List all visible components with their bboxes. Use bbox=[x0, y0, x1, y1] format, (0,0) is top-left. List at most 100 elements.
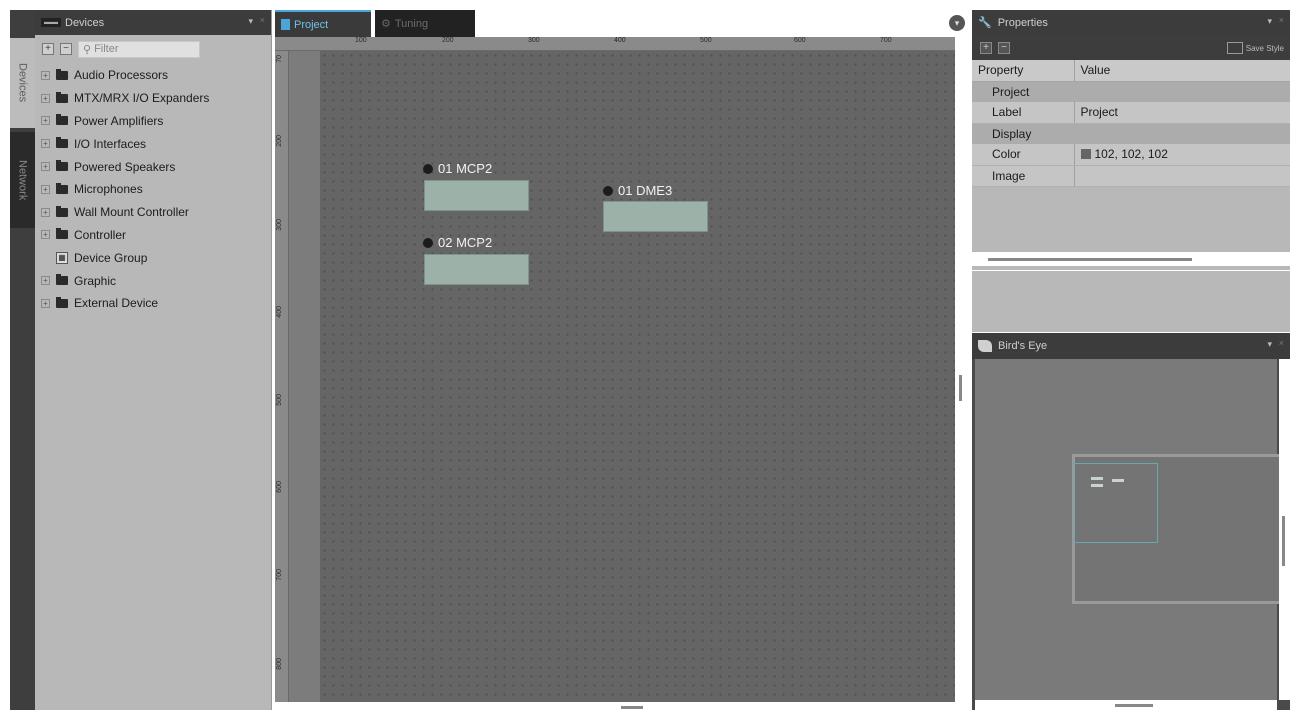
devices-panel-header: ▬▬ Devices ▾ × bbox=[35, 10, 271, 35]
pin-icon[interactable]: ▾ bbox=[1267, 339, 1272, 350]
tree-item-controller[interactable]: + Controller bbox=[35, 224, 271, 247]
expand-all-button[interactable]: + bbox=[42, 43, 54, 55]
folder-icon bbox=[56, 114, 68, 126]
tab-list-dropdown-button[interactable]: ▾ bbox=[949, 15, 965, 31]
close-icon[interactable]: × bbox=[1279, 338, 1284, 348]
tree-item-label: Audio Processors bbox=[74, 68, 169, 83]
property-row[interactable]: Color 102, 102, 102 bbox=[972, 144, 1290, 166]
device-name: 01 DME3 bbox=[618, 183, 673, 198]
close-icon[interactable]: × bbox=[260, 15, 265, 25]
device-name: 02 MCP2 bbox=[438, 235, 493, 250]
tree-item-graphic[interactable]: + Graphic bbox=[35, 269, 271, 292]
tree-item-wall-mount-controller[interactable]: + Wall Mount Controller bbox=[35, 201, 271, 224]
side-tab-strip: Devices Network bbox=[10, 10, 35, 710]
device-label[interactable]: 01 DME3 bbox=[603, 183, 672, 198]
save-style-button[interactable]: Save Style bbox=[1226, 42, 1284, 54]
properties-toolbar: + − Save Style bbox=[972, 35, 1290, 60]
side-tab-devices[interactable]: Devices bbox=[10, 38, 35, 128]
device-block[interactable] bbox=[424, 180, 529, 211]
property-name: Color bbox=[972, 144, 1075, 166]
property-value-cell[interactable]: 102, 102, 102 bbox=[1074, 144, 1290, 166]
expand-icon[interactable]: + bbox=[41, 70, 50, 80]
tree-item-device-group[interactable]: ▦ Device Group bbox=[35, 246, 271, 269]
project-canvas[interactable]: 100 200 300 400 500 600 700 70 200 300 4… bbox=[275, 37, 955, 702]
ruler-tick: 700 bbox=[880, 37, 892, 44]
tree-item-external-device[interactable]: + External Device bbox=[35, 292, 271, 315]
device-label[interactable]: 02 MCP2 bbox=[423, 235, 492, 250]
editor-area: Project ⚙ Tuning ▾ 100 200 300 400 500 6… bbox=[275, 10, 968, 710]
birds-eye-horizontal-scroll-thumb[interactable] bbox=[1115, 704, 1153, 707]
wrench-icon: 🔧 bbox=[978, 17, 992, 29]
property-value: 102, 102, 102 bbox=[1094, 147, 1168, 162]
canvas-horizontal-scroll-thumb[interactable] bbox=[621, 706, 643, 709]
tab-tuning[interactable]: ⚙ Tuning bbox=[375, 10, 475, 37]
canvas-vertical-scroll-thumb[interactable] bbox=[959, 375, 962, 401]
tab-project[interactable]: Project bbox=[275, 10, 371, 37]
property-value[interactable] bbox=[1074, 165, 1290, 187]
canvas-margin-band bbox=[289, 51, 320, 702]
devices-toolbar: + − ⚲ Filter bbox=[35, 35, 271, 63]
expand-all-button[interactable]: + bbox=[980, 41, 992, 54]
tree-item-label: MTX/MRX I/O Expanders bbox=[74, 91, 210, 106]
tree-item-label: Powered Speakers bbox=[74, 159, 176, 174]
properties-panel-header: 🔧 Properties ▾ × bbox=[972, 10, 1290, 35]
expand-icon[interactable]: + bbox=[41, 298, 50, 308]
filter-placeholder: Filter bbox=[94, 43, 119, 55]
birds-eye-viewport-rect[interactable] bbox=[1074, 463, 1158, 543]
expand-icon[interactable]: + bbox=[41, 139, 50, 149]
tree-item-io-expanders[interactable]: + MTX/MRX I/O Expanders bbox=[35, 87, 271, 110]
expand-icon[interactable]: + bbox=[41, 207, 50, 217]
tree-item-label: Wall Mount Controller bbox=[74, 205, 189, 220]
expand-icon[interactable]: + bbox=[41, 230, 50, 240]
ruler-vertical: 70 200 300 400 500 600 700 800 bbox=[275, 51, 289, 702]
ruler-tick: 600 bbox=[276, 481, 283, 493]
birds-eye-vertical-scroll-thumb[interactable] bbox=[1282, 516, 1285, 566]
birds-eye-view[interactable] bbox=[975, 359, 1282, 700]
tree-item-powered-speakers[interactable]: + Powered Speakers bbox=[35, 155, 271, 178]
expand-icon[interactable]: + bbox=[41, 93, 50, 103]
expand-icon[interactable]: + bbox=[41, 162, 50, 172]
collapse-all-button[interactable]: − bbox=[998, 41, 1010, 54]
device-label[interactable]: 01 MCP2 bbox=[423, 161, 492, 176]
expand-icon[interactable]: + bbox=[41, 184, 50, 194]
app-window: Devices Network ▬▬ Devices ▾ × + − ⚲ Fil… bbox=[0, 0, 1290, 710]
birds-eye-title: Bird's Eye bbox=[998, 340, 1048, 352]
expand-icon[interactable]: + bbox=[41, 116, 50, 126]
tree-item-io-interfaces[interactable]: + I/O Interfaces bbox=[35, 132, 271, 155]
tree-item-power-amplifiers[interactable]: + Power Amplifiers bbox=[35, 110, 271, 133]
device-block[interactable] bbox=[603, 201, 708, 232]
ruler-tick: 400 bbox=[276, 306, 283, 318]
expand-icon[interactable]: + bbox=[41, 276, 50, 286]
close-icon[interactable]: × bbox=[1279, 15, 1284, 25]
property-value[interactable]: Project bbox=[1074, 102, 1290, 124]
properties-horizontal-scroll-thumb[interactable] bbox=[988, 258, 1192, 261]
collapse-all-button[interactable]: − bbox=[60, 43, 72, 55]
pin-icon[interactable]: ▾ bbox=[248, 16, 253, 27]
ruler-tick: 500 bbox=[276, 394, 283, 406]
tab-label: Project bbox=[294, 18, 329, 31]
editor-tab-bar: Project ⚙ Tuning ▾ bbox=[275, 10, 968, 37]
canvas-horizontal-scrollbar[interactable] bbox=[275, 702, 955, 710]
property-name: Image bbox=[972, 165, 1075, 187]
save-style-label: Save Style bbox=[1245, 43, 1284, 53]
column-header-value: Value bbox=[1074, 60, 1290, 82]
ruler-tick: 400 bbox=[614, 37, 626, 44]
tree-item-label: Microphones bbox=[74, 182, 143, 197]
property-row[interactable]: Image bbox=[972, 165, 1290, 187]
properties-header-row: Property Value bbox=[972, 60, 1290, 82]
property-row[interactable]: Label Project bbox=[972, 102, 1290, 124]
tree-item-audio-processors[interactable]: + Audio Processors bbox=[35, 64, 271, 87]
tree-item-microphones[interactable]: + Microphones bbox=[35, 178, 271, 201]
property-category-row[interactable]: Project bbox=[972, 81, 1290, 102]
canvas-vertical-scrollbar[interactable] bbox=[956, 37, 968, 702]
tab-label: Tuning bbox=[394, 17, 429, 30]
filter-input[interactable]: ⚲ Filter bbox=[78, 40, 200, 58]
devices-panel-title: Devices bbox=[65, 16, 105, 29]
pin-icon[interactable]: ▾ bbox=[1267, 16, 1272, 27]
birds-eye-device bbox=[1091, 477, 1103, 480]
ruler-tick: 100 bbox=[355, 37, 367, 44]
device-block[interactable] bbox=[424, 254, 529, 285]
property-category-row[interactable]: Display bbox=[972, 123, 1290, 144]
devices-panel: ▬▬ Devices ▾ × + − ⚲ Filter + Audio Proce… bbox=[35, 10, 272, 710]
side-tab-network[interactable]: Network bbox=[10, 132, 35, 228]
